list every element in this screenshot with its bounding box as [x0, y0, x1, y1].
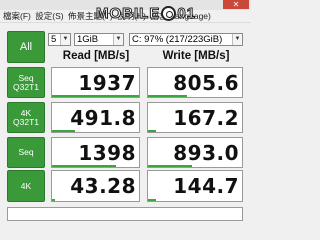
row-label-line2: Q32T1 [13, 81, 39, 92]
read-progress-bar [52, 199, 55, 201]
seq-q32t1-read-value: 1937 [51, 67, 140, 98]
seq-read-value: 1398 [51, 137, 140, 168]
4k-q32t1-read-value: 491.8 [51, 102, 140, 133]
watermark-text-1: MOBIL [95, 4, 150, 22]
read-value-text: 43.28 [70, 174, 136, 198]
write-value-text: 144.7 [173, 174, 239, 198]
row-label-line1: 4K [20, 180, 32, 191]
seq-write-value: 893.0 [147, 137, 243, 168]
watermark-text-2: E [149, 4, 161, 22]
chevron-down-icon: ▼ [113, 34, 123, 45]
watermark-text-3: 01 [177, 4, 197, 22]
status-bar [7, 207, 243, 221]
4k-read-value: 43.28 [51, 170, 140, 202]
read-value-text: 491.8 [70, 105, 136, 130]
drive-value: C: 97% (217/223GiB) [132, 34, 223, 45]
all-button[interactable]: All [7, 31, 45, 63]
close-button[interactable]: ✕ [223, 0, 249, 9]
read-progress-bar [52, 165, 116, 167]
seq-button[interactable]: Seq [7, 137, 45, 168]
write-header: Write [MB/s] [162, 50, 230, 62]
menu-settings[interactable]: 設定(S) [35, 11, 63, 21]
drive-select[interactable]: C: 97% (217/223GiB) ▼ [129, 33, 243, 46]
read-value-text: 1398 [78, 140, 136, 165]
test-count-select[interactable]: 5 ▼ [48, 33, 71, 46]
read-progress-bar [52, 130, 75, 132]
write-value-text: 167.2 [173, 105, 239, 130]
watermark-emblem-icon [161, 5, 177, 21]
row-label-line1: Seq [18, 147, 34, 157]
test-size-select[interactable]: 1GiB ▼ [74, 33, 124, 46]
chevron-down-icon: ▼ [232, 34, 242, 45]
test-size-value: 1GiB [77, 34, 99, 45]
write-progress-bar [148, 130, 157, 132]
4k-q32t1-button[interactable]: 4K Q32T1 [7, 102, 45, 133]
write-progress-bar [148, 95, 188, 97]
seq-q32t1-write-value: 805.6 [147, 67, 243, 98]
read-progress-bar [52, 95, 139, 97]
write-value-text: 893.0 [173, 140, 239, 165]
watermark-logo: MOBIL E 01 [95, 2, 197, 24]
row-label-line2: Q32T1 [13, 116, 39, 127]
seq-q32t1-button[interactable]: Seq Q32T1 [7, 67, 45, 98]
write-progress-bar [148, 165, 193, 167]
4k-q32t1-write-value: 167.2 [147, 102, 243, 133]
read-header: Read [MB/s] [62, 50, 130, 62]
chevron-down-icon: ▼ [60, 34, 70, 45]
write-value-text: 805.6 [173, 70, 239, 95]
4k-write-value: 144.7 [147, 170, 243, 202]
4k-button[interactable]: 4K [7, 170, 45, 202]
test-count-value: 5 [51, 34, 57, 45]
write-progress-bar [148, 199, 156, 201]
menu-file[interactable]: 檔案(F) [3, 11, 31, 21]
read-value-text: 1937 [78, 70, 136, 95]
